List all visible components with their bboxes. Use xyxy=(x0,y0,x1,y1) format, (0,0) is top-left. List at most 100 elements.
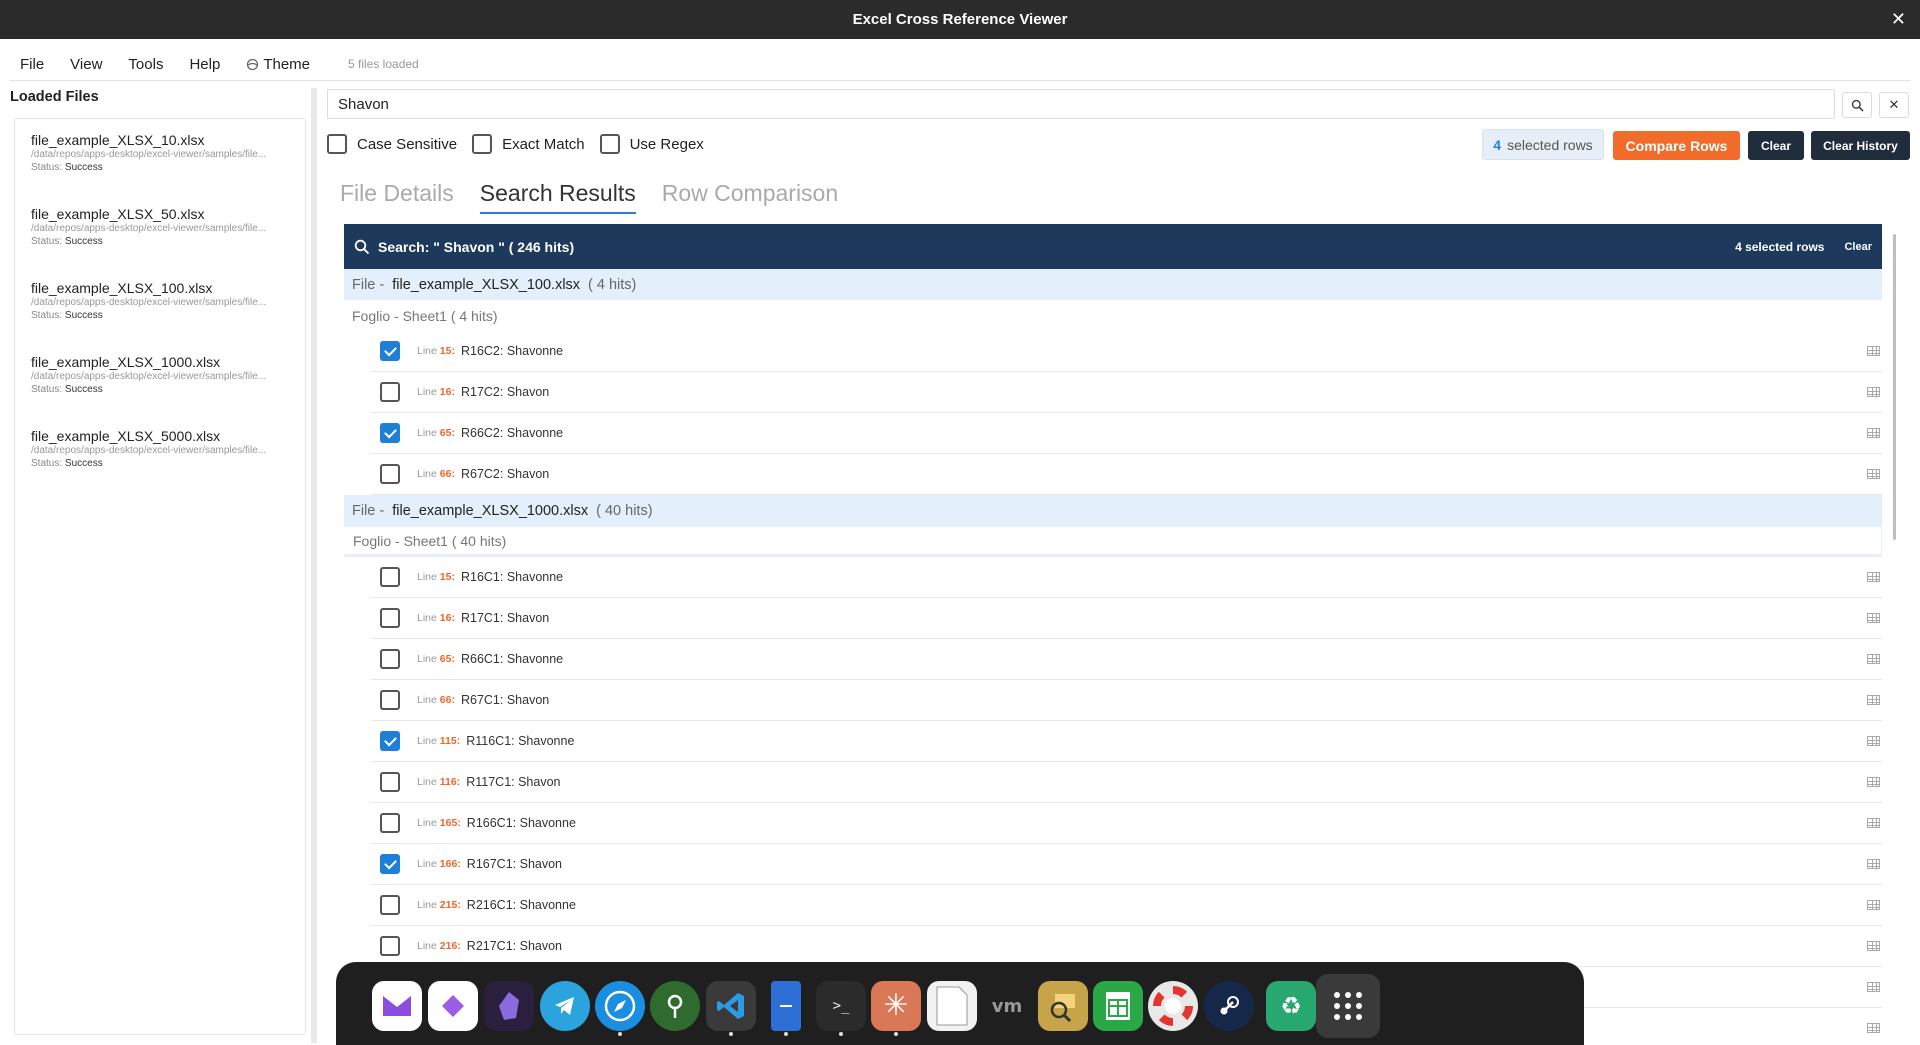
table-icon[interactable] xyxy=(1867,859,1880,869)
app-grid-icon[interactable] xyxy=(1316,974,1380,1038)
file-list-item[interactable]: file_example_XLSX_100.xlsx/data/repos/ap… xyxy=(31,279,289,331)
row-select-checkbox[interactable] xyxy=(380,731,400,751)
table-icon[interactable] xyxy=(1867,736,1880,746)
row-select-checkbox[interactable] xyxy=(380,382,400,402)
cell-reference: R217C1: Shavon xyxy=(466,939,562,953)
result-row[interactable]: Line 215: R216C1: Shavonne xyxy=(371,885,1882,926)
row-select-checkbox[interactable] xyxy=(380,341,400,361)
trash-icon[interactable]: ♻ xyxy=(1266,981,1316,1031)
shortcuts-icon[interactable] xyxy=(428,981,478,1031)
tab-row-comparison[interactable]: Row Comparison xyxy=(662,180,838,214)
results-scrollbar[interactable] xyxy=(1893,234,1896,540)
vmware-icon[interactable]: vm xyxy=(982,981,1032,1031)
file-manager-icon[interactable] xyxy=(771,981,801,1031)
file-list-item[interactable]: file_example_XLSX_10.xlsx/data/repos/app… xyxy=(31,131,289,183)
table-icon[interactable] xyxy=(1867,695,1880,705)
result-row[interactable]: Line 15: R16C1: Shavonne xyxy=(371,557,1882,598)
result-row[interactable]: Line 165: R166C1: Shavonne xyxy=(371,803,1882,844)
row-select-checkbox[interactable] xyxy=(380,772,400,792)
result-row[interactable]: Line 16: R17C2: Shavon xyxy=(371,372,1882,413)
close-window-button[interactable]: ✕ xyxy=(1891,9,1906,30)
telegram-icon[interactable] xyxy=(540,981,590,1031)
table-icon[interactable] xyxy=(1867,387,1880,397)
result-row[interactable]: Line 16: R17C1: Shavon xyxy=(371,598,1882,639)
clear-search-button[interactable]: ✕ xyxy=(1879,92,1909,118)
table-icon[interactable] xyxy=(1867,900,1880,910)
result-row[interactable]: Line 166: R167C1: Shavon xyxy=(371,844,1882,885)
case-sensitive-option[interactable]: Case Sensitive xyxy=(327,134,457,154)
file-list-item[interactable]: file_example_XLSX_50.xlsx/data/repos/app… xyxy=(31,205,289,257)
line-label-text: Line xyxy=(417,653,437,665)
exact-match-checkbox[interactable] xyxy=(472,134,493,154)
row-select-checkbox[interactable] xyxy=(380,649,400,669)
document-icon[interactable] xyxy=(927,981,977,1031)
row-select-checkbox[interactable] xyxy=(380,464,400,484)
result-row[interactable]: Line 65: R66C1: Shavonne xyxy=(371,639,1882,680)
keepassxc-icon[interactable] xyxy=(650,981,700,1031)
line-number: 15: xyxy=(439,345,455,357)
search-input[interactable] xyxy=(327,89,1835,119)
vscode-icon[interactable] xyxy=(706,981,756,1031)
result-sheet-header[interactable]: Foglio - Sheet1 ( 4 hits) xyxy=(344,300,1882,331)
table-icon[interactable] xyxy=(1867,941,1880,951)
table-icon[interactable] xyxy=(1867,428,1880,438)
use-regex-checkbox[interactable] xyxy=(599,134,620,154)
spreadsheet-icon[interactable] xyxy=(1093,981,1143,1031)
row-select-checkbox[interactable] xyxy=(380,608,400,628)
claude-icon[interactable]: ✳ xyxy=(871,981,921,1031)
tab-search-results[interactable]: Search Results xyxy=(479,180,636,214)
use-regex-option[interactable]: Use Regex xyxy=(599,134,704,154)
clear-button[interactable]: Clear xyxy=(1748,131,1804,160)
terminal-icon[interactable]: >_ xyxy=(816,981,866,1031)
exact-match-option[interactable]: Exact Match xyxy=(472,134,585,154)
table-icon[interactable] xyxy=(1867,1023,1880,1033)
mail-icon[interactable] xyxy=(372,981,422,1031)
table-icon[interactable] xyxy=(1867,613,1880,623)
menu-view[interactable]: View xyxy=(60,56,112,73)
case-sensitive-checkbox[interactable] xyxy=(327,134,347,154)
row-select-checkbox[interactable] xyxy=(380,813,400,833)
steam-icon[interactable] xyxy=(1204,981,1254,1031)
panel-splitter[interactable] xyxy=(311,88,317,1043)
file-status: Status: Success xyxy=(31,235,289,249)
table-icon[interactable] xyxy=(1867,654,1880,664)
result-row[interactable]: Line 216: R217C1: Shavon xyxy=(371,926,1882,967)
menu-file[interactable]: File xyxy=(10,56,54,73)
cell-reference: R117C1: Shavon xyxy=(466,775,561,789)
table-icon[interactable] xyxy=(1867,572,1880,582)
table-icon[interactable] xyxy=(1867,818,1880,828)
result-row[interactable]: Line 66: R67C2: Shavon xyxy=(371,454,1882,495)
table-icon[interactable] xyxy=(1867,777,1880,787)
obsidian-icon[interactable] xyxy=(484,981,534,1031)
result-row[interactable]: Line 116: R117C1: Shavon xyxy=(371,762,1882,803)
row-select-checkbox[interactable] xyxy=(380,567,400,587)
table-icon[interactable] xyxy=(1867,346,1880,356)
result-file-header[interactable]: File - file_example_XLSX_100.xlsx ( 4 hits… xyxy=(344,269,1882,300)
help-icon[interactable] xyxy=(1148,981,1198,1031)
file-list-item[interactable]: file_example_XLSX_1000.xlsx/data/repos/a… xyxy=(31,353,289,405)
result-sheet-header[interactable]: Foglio - Sheet1 ( 40 hits) xyxy=(344,526,1882,557)
result-file-header[interactable]: File - file_example_XLSX_1000.xlsx ( 40 hi… xyxy=(344,495,1882,526)
search-button[interactable] xyxy=(1842,92,1872,118)
result-row[interactable]: Line 115: R116C1: Shavonne xyxy=(371,721,1882,762)
menu-tools[interactable]: Tools xyxy=(118,56,173,73)
result-row[interactable]: Line 66: R67C1: Shavon xyxy=(371,680,1882,721)
menu-help[interactable]: Help xyxy=(179,56,230,73)
browser-icon[interactable] xyxy=(595,981,645,1031)
row-select-checkbox[interactable] xyxy=(380,895,400,915)
tab-file-details[interactable]: File Details xyxy=(340,180,454,214)
menu-theme[interactable]: Theme xyxy=(236,56,320,73)
results-clear-button[interactable]: Clear xyxy=(1844,241,1872,253)
table-icon[interactable] xyxy=(1867,982,1880,992)
compare-rows-button[interactable]: Compare Rows xyxy=(1613,131,1740,160)
file-list-item[interactable]: file_example_XLSX_5000.xlsx/data/repos/a… xyxy=(31,427,289,479)
row-select-checkbox[interactable] xyxy=(380,423,400,443)
row-select-checkbox[interactable] xyxy=(380,854,400,874)
clear-history-button[interactable]: Clear History xyxy=(1811,131,1910,160)
table-icon[interactable] xyxy=(1867,469,1880,479)
row-select-checkbox[interactable] xyxy=(380,690,400,710)
row-select-checkbox[interactable] xyxy=(380,936,400,956)
result-row[interactable]: Line 15: R16C2: Shavonne xyxy=(371,331,1882,372)
mail-search-icon[interactable] xyxy=(1038,981,1088,1031)
result-row[interactable]: Line 65: R66C2: Shavonne xyxy=(371,413,1882,454)
